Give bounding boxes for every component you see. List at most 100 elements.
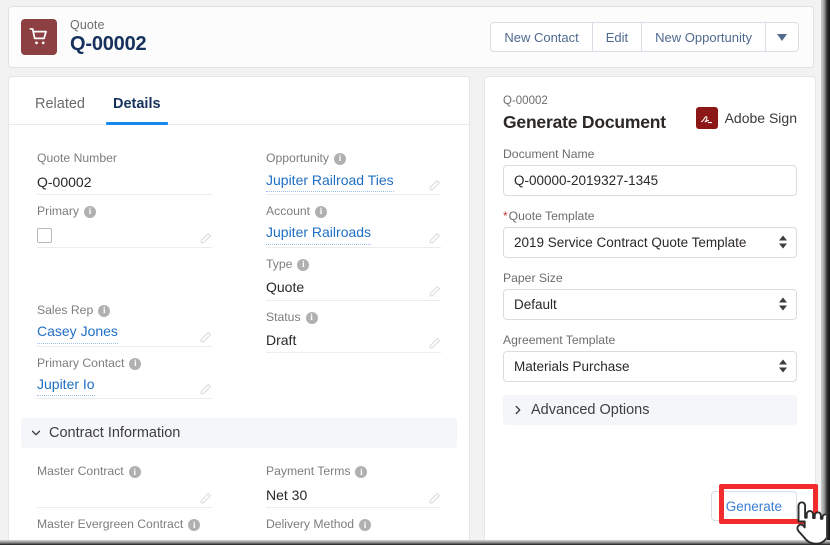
advanced-options-label: Advanced Options [531, 401, 650, 418]
paper-size-select[interactable]: Default [503, 288, 797, 320]
panel-titles: Q-00002 Generate Document [503, 95, 666, 133]
field-value-row: Q-00002 [37, 169, 212, 195]
contract-left-column: Master Contract i Master Evergreen Contr… [37, 464, 212, 541]
agreement-template-value: Materials Purchase [514, 358, 630, 374]
sales-rep-link[interactable]: Casey Jones [37, 321, 118, 344]
info-icon[interactable]: i [83, 205, 96, 218]
edit-pencil-icon[interactable] [420, 179, 441, 192]
field-label: Primary i [37, 204, 212, 220]
generate-document-panel: Q-00002 Generate Document Adobe Sign Doc… [484, 76, 816, 542]
field-value-row: Jupiter Railroads [266, 222, 441, 248]
new-opportunity-button[interactable]: New Opportunity [641, 22, 765, 52]
form-field-paper-size: Paper Size Default [503, 271, 797, 320]
field-value-row: Draft [266, 327, 441, 354]
field-label-text: Delivery Method [266, 517, 355, 532]
header-titles: Quote Q-00002 [70, 18, 147, 56]
field-primary: Primary i [37, 204, 212, 248]
paper-size-value: Default [514, 296, 557, 312]
edit-pencil-icon[interactable] [191, 331, 212, 344]
edit-pencil-icon[interactable] [191, 492, 212, 505]
info-icon[interactable]: i [297, 258, 310, 271]
tab-related[interactable]: Related [21, 96, 99, 124]
field-label: Master Evergreen Contract i [37, 517, 212, 533]
field-label: Payment Terms i [266, 464, 441, 480]
field-master-contract: Master Contract i [37, 464, 212, 509]
info-icon[interactable]: i [188, 519, 201, 532]
field-label: Document Name [503, 147, 797, 161]
field-label-text: Primary [37, 203, 79, 218]
field-label: Sales Rep i [37, 303, 212, 319]
adobe-sign-label: Adobe Sign [724, 110, 797, 126]
account-link[interactable]: Jupiter Railroads [266, 222, 372, 245]
spinner-arrows-icon[interactable] [779, 297, 787, 311]
caret-down-icon [777, 33, 787, 41]
new-contact-button[interactable]: New Contact [490, 22, 592, 52]
field-label-text: Status [266, 309, 301, 324]
opportunity-link[interactable]: Jupiter Railroad Ties [266, 170, 394, 192]
field-label-text: Quote Template [508, 208, 595, 223]
more-actions-button[interactable] [765, 22, 799, 52]
header-action-buttons: New Contact Edit New Opportunity [490, 22, 799, 52]
edit-pencil-icon[interactable] [420, 492, 441, 505]
generate-button-row: Generate [485, 491, 815, 521]
field-value-row: Casey Jones [37, 321, 212, 347]
field-value-row [37, 482, 212, 509]
document-name-input[interactable]: Q-00000-2019327-1345 [503, 164, 797, 196]
generate-document-form: Document Name Q-00000-2019327-1345 * Quo… [485, 133, 815, 382]
info-icon[interactable]: i [128, 466, 141, 479]
info-icon[interactable]: i [315, 205, 328, 218]
field-value-row: Net 30 [266, 482, 441, 509]
generate-button[interactable]: Generate [710, 491, 797, 521]
field-label-text: Primary Contact [37, 355, 125, 370]
primary-checkbox[interactable] [37, 227, 52, 243]
info-icon[interactable]: i [359, 519, 372, 532]
field-label-text: Payment Terms [266, 464, 351, 479]
spinner-arrows-icon[interactable] [779, 359, 787, 373]
field-spacer [37, 257, 212, 303]
panel-record-label: Q-00002 [503, 95, 548, 107]
info-icon[interactable]: i [355, 466, 368, 479]
field-label: Quote Number [37, 151, 212, 167]
field-label: Agreement Template [503, 333, 797, 347]
field-label-text: Paper Size [503, 270, 563, 285]
field-value-row [37, 222, 212, 248]
window-bottom-edge [0, 540, 830, 545]
details-left-column: Quote Number Q-00002 Primary i Sales Rep… [37, 151, 212, 408]
advanced-options-toggle[interactable]: Advanced Options [503, 394, 797, 425]
section-contract-information[interactable]: Contract Information [21, 418, 457, 449]
info-icon[interactable]: i [334, 152, 347, 165]
field-label: Type i [266, 257, 441, 273]
tab-details[interactable]: Details [99, 96, 175, 125]
quote-template-value: 2019 Service Contract Quote Template [514, 234, 747, 250]
chevron-right-icon [511, 403, 525, 417]
edit-pencil-icon[interactable] [420, 337, 441, 350]
field-master-evergreen-contract: Master Evergreen Contract i [37, 517, 212, 541]
field-label: Status i [266, 310, 441, 326]
panel-header: Q-00002 Generate Document Adobe Sign [485, 77, 815, 133]
spinner-arrows-icon[interactable] [779, 235, 787, 249]
details-right-column: Opportunity i Jupiter Railroad Ties Acco… [266, 151, 441, 408]
info-icon[interactable]: i [98, 304, 111, 317]
panel-title: Generate Document [503, 111, 666, 132]
quote-template-select[interactable]: 2019 Service Contract Quote Template [503, 226, 797, 258]
edit-pencil-icon[interactable] [191, 383, 212, 396]
field-label-text: Master Contract [37, 464, 124, 479]
window-right-edge [821, 0, 830, 545]
field-label-text: Opportunity [266, 151, 330, 165]
info-icon[interactable]: i [129, 357, 142, 370]
info-icon[interactable]: i [305, 311, 318, 324]
field-opportunity: Opportunity i Jupiter Railroad Ties [266, 151, 441, 195]
shopping-cart-icon [21, 19, 57, 55]
adobe-sign-icon [695, 107, 718, 129]
chevron-down-icon [29, 426, 43, 440]
edit-pencil-icon[interactable] [420, 232, 441, 245]
field-label: * Quote Template [503, 209, 797, 223]
edit-pencil-icon[interactable] [191, 232, 212, 245]
edit-pencil-icon[interactable] [420, 285, 441, 298]
primary-contact-link[interactable]: Jupiter Io [37, 374, 95, 397]
form-field-document-name: Document Name Q-00000-2019327-1345 [503, 147, 797, 196]
edit-button[interactable]: Edit [591, 22, 642, 52]
form-field-agreement-template: Agreement Template Materials Purchase [503, 333, 797, 382]
agreement-template-select[interactable]: Materials Purchase [503, 350, 797, 382]
contract-right-column: Payment Terms i Net 30 Delivery Method i [266, 464, 441, 541]
